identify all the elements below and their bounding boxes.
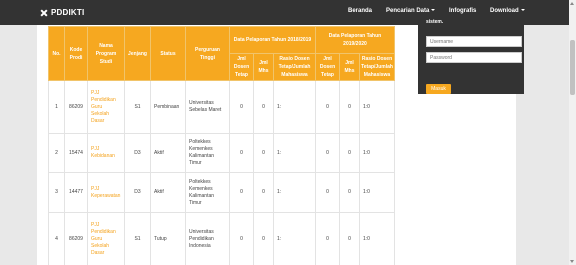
brand-name: PDDIKTI xyxy=(51,8,85,17)
scroll-down-arrow-icon[interactable] xyxy=(570,260,574,263)
nav-download[interactable]: Download xyxy=(490,8,525,14)
cell-pt: Poltekkes Kemenkes Kalimantan Timur xyxy=(185,172,230,213)
cell-pt: Universitas Sebelas Maret xyxy=(185,80,230,134)
cell-rasio: 1:0 xyxy=(359,133,395,173)
header-group-2019-2020: Data Pelaporan Tahun 2019/2020 xyxy=(315,26,395,54)
cell-rasio: 1:0 xyxy=(359,80,395,134)
scroll-thumb[interactable] xyxy=(570,40,575,95)
cell-jenjang: D3 xyxy=(124,172,151,213)
nav-label: Download xyxy=(490,8,519,14)
cell-jenjang: S1 xyxy=(124,212,151,265)
cell-status: Pembinaan xyxy=(150,80,186,134)
cell-rasio: 1: xyxy=(273,80,316,134)
cell-status: Aktif xyxy=(150,133,186,173)
login-note: sistem. xyxy=(426,19,444,25)
header-rasio: Rasio Dosen Tetap/Jumlah Mahasiswa xyxy=(359,53,395,81)
password-input[interactable] xyxy=(426,52,522,63)
cell-mhs: 0 xyxy=(339,133,360,173)
cell-mhs: 0 xyxy=(253,80,274,134)
cell-no: 4 xyxy=(48,212,65,265)
header-status: Status xyxy=(150,26,186,81)
cell-dosen: 0 xyxy=(315,133,340,173)
username-input[interactable] xyxy=(426,36,522,47)
cell-rasio: 1:0 xyxy=(359,212,395,265)
nav-label: Beranda xyxy=(348,8,373,14)
cell-dosen: 0 xyxy=(229,172,254,213)
caret-down-icon xyxy=(520,9,525,12)
cell-kode: 86209 xyxy=(64,212,88,265)
cell-dosen: 0 xyxy=(229,80,254,134)
cell-mhs: 0 xyxy=(339,172,360,213)
cell-rasio: 1: xyxy=(273,133,316,173)
cell-kode: 15474 xyxy=(64,133,88,173)
header-kode-prodi: Kode Prodi xyxy=(64,26,88,81)
cell-rasio: 1:0 xyxy=(359,172,395,213)
header-jml-dosen-tetap: Jml Dosen Tetap xyxy=(315,53,340,81)
header-perguruan-tinggi: Perguruan Tinggi xyxy=(185,26,230,81)
header-no: No. xyxy=(48,26,65,81)
cell-dosen: 0 xyxy=(229,212,254,265)
cell-mhs: 0 xyxy=(339,212,360,265)
cell-dosen: 0 xyxy=(315,172,340,213)
header-rasio: Rasio Dosen Tetap/Jumlah Mahasiswa xyxy=(273,53,316,81)
prodi-link[interactable]: PJJ Pendidikan Guru Sekolah Dasar xyxy=(91,90,116,124)
cell-pt: Poltekkes Kemenkes Kalimantan Timur xyxy=(185,133,230,173)
pddikti-logo-icon xyxy=(40,9,48,17)
cell-rasio: 1: xyxy=(273,172,316,213)
header-jml-mhs: Jml Mhs xyxy=(253,53,274,81)
cell-mhs: 0 xyxy=(253,172,274,213)
header-jenjang: Jenjang xyxy=(124,26,151,81)
cell-kode: 86209 xyxy=(64,80,88,134)
cell-rasio: 1: xyxy=(273,212,316,265)
cell-dosen: 0 xyxy=(229,133,254,173)
prodi-link[interactable]: PJJ Keperawatan xyxy=(91,186,120,199)
nav-label: Infografis xyxy=(449,8,477,14)
cell-no: 2 xyxy=(48,133,65,173)
cell-jenjang: D3 xyxy=(124,133,151,173)
cell-jenjang: S1 xyxy=(124,80,151,134)
nav-pencarian-data[interactable]: Pencarian Data xyxy=(386,8,436,14)
header-group-2018-2019: Data Pelaporan Tahun 2018/2019 xyxy=(229,26,316,54)
vertical-scrollbar[interactable] xyxy=(569,0,576,265)
header-nama-program-studi: Nama Program Studi xyxy=(87,26,125,81)
cell-pt: Universitas Pendidikan Indonesia xyxy=(185,212,230,265)
cell-status: Aktif xyxy=(150,172,186,213)
login-dropdown: sistem. Masuk xyxy=(418,16,524,94)
cell-no: 3 xyxy=(48,172,65,213)
cell-mhs: 0 xyxy=(253,212,274,265)
brand[interactable]: PDDIKTI xyxy=(40,8,84,17)
cell-kode: 14477 xyxy=(64,172,88,213)
prodi-table: No. Kode Prodi Nama Program Studi Jenjan… xyxy=(48,26,395,265)
table-row: 2 15474 PJJ Kebidanan D3 Aktif Poltekkes… xyxy=(48,133,395,173)
nav-beranda[interactable]: Beranda xyxy=(348,8,372,14)
table-row: 3 14477 PJJ Keperawatan D3 Aktif Poltekk… xyxy=(48,172,395,213)
prodi-link[interactable]: PJJ Kebidanan xyxy=(91,146,115,159)
cell-mhs: 0 xyxy=(339,80,360,134)
header-jml-dosen-tetap: Jml Dosen Tetap xyxy=(229,53,254,81)
cell-dosen: 0 xyxy=(315,212,340,265)
login-button[interactable]: Masuk xyxy=(426,84,451,94)
cell-mhs: 0 xyxy=(253,133,274,173)
prodi-link[interactable]: PJJ Pendidikan Guru Sekolah Dasar xyxy=(91,222,116,256)
cell-status: Tutup xyxy=(150,212,186,265)
header-jml-mhs: Jml Mhs xyxy=(339,53,360,81)
cell-no: 1 xyxy=(48,80,65,134)
cell-dosen: 0 xyxy=(315,80,340,134)
table-row: 1 86209 PJJ Pendidikan Guru Sekolah Dasa… xyxy=(48,80,395,134)
caret-down-icon xyxy=(431,9,436,12)
nav-label: Pencarian Data xyxy=(386,8,430,14)
scroll-up-arrow-icon[interactable] xyxy=(570,2,574,5)
table-row: 4 86209 PJJ Pendidikan Guru Sekolah Dasa… xyxy=(48,212,395,265)
nav-infografis[interactable]: Infografis xyxy=(449,8,476,14)
